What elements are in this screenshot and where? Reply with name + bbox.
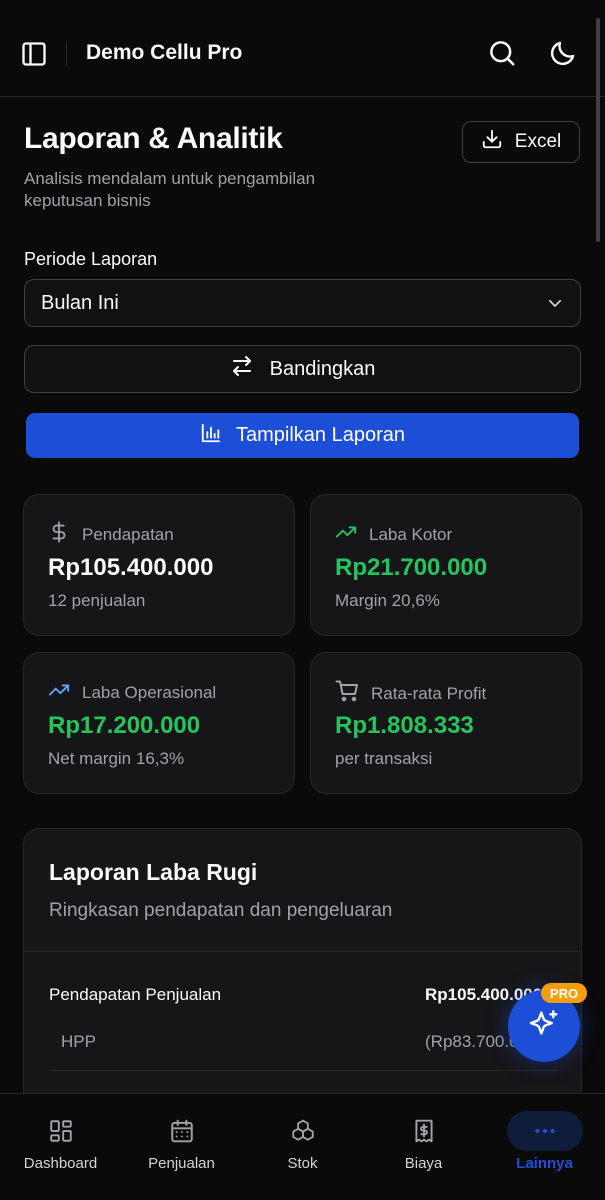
swap-arrows-icon <box>230 354 254 384</box>
moon-icon[interactable] <box>548 38 578 68</box>
calendar-icon <box>169 1118 195 1144</box>
period-label: Periode Laporan <box>24 249 158 269</box>
nav-item-label: Dashboard <box>23 1155 98 1172</box>
nav-item-label: Biaya <box>404 1155 443 1172</box>
card-divider <box>24 951 581 952</box>
receipt-icon <box>411 1118 437 1144</box>
more-icon <box>532 1118 558 1144</box>
dashboard-icon <box>48 1118 74 1144</box>
trending-up-icon <box>48 679 70 706</box>
cart-icon <box>335 679 359 708</box>
stat-note: Margin 20,6% <box>335 591 440 610</box>
stat-value: Rp21.700.000 <box>335 554 488 581</box>
bottom-nav: Dashboard Penjualan Stok Biaya Lainnya <box>0 1093 605 1200</box>
pl-row-label: HPP <box>61 1032 96 1051</box>
stat-card-operating-profit: Laba Operasional Rp17.200.000 Net margin… <box>23 652 295 794</box>
sparkles-icon <box>528 1008 560 1045</box>
stat-note: 12 penjualan <box>48 591 146 610</box>
stat-note: Net margin 16,3% <box>48 749 185 768</box>
row-divider <box>49 1070 559 1071</box>
stat-note: per transaksi <box>335 749 433 768</box>
stat-value: Rp17.200.000 <box>48 712 201 739</box>
nav-item-label: Lainnya <box>516 1155 573 1172</box>
show-report-label: Tampilkan Laporan <box>236 424 405 446</box>
stat-label: Laba Operasional <box>82 682 217 702</box>
nav-item-label: Stok <box>287 1155 318 1172</box>
nav-item-stok[interactable]: Stok <box>242 1094 363 1200</box>
stat-label: Laba Kotor <box>369 524 453 544</box>
compare-button-label: Bandingkan <box>269 357 376 380</box>
search-icon[interactable] <box>487 38 517 68</box>
page-title: Laporan & Analitik <box>24 122 283 155</box>
stat-card-gross-profit: Laba Kotor Rp21.700.000 Margin 20,6% <box>310 494 582 636</box>
dollar-icon <box>48 521 70 548</box>
stat-label: Rata-rata Profit <box>371 683 487 703</box>
export-excel-label: Excel <box>514 131 562 152</box>
page-subtitle: Analisis mendalam untuk pengambilan kepu… <box>24 169 316 210</box>
nav-item-dashboard[interactable]: Dashboard <box>0 1094 121 1200</box>
export-excel-button[interactable]: Excel <box>462 121 580 163</box>
nav-item-label: Penjualan <box>148 1155 215 1172</box>
header-divider <box>66 42 67 66</box>
scrollbar[interactable] <box>596 18 600 242</box>
pl-row-label: Pendapatan Penjualan <box>49 985 222 1004</box>
compare-button[interactable]: Bandingkan <box>24 345 581 393</box>
chevron-down-icon <box>546 294 564 312</box>
profit-loss-description: Ringkasan pendapatan dan pengeluaran <box>49 900 393 921</box>
period-select[interactable]: Bulan Ini <box>24 279 581 327</box>
trending-up-icon <box>335 521 357 548</box>
top-bar: Demo Cellu Pro <box>0 0 605 97</box>
nav-item-lainnya[interactable]: Lainnya <box>484 1094 605 1200</box>
app-title: Demo Cellu Pro <box>86 41 243 64</box>
stat-value: Rp105.400.000 <box>48 554 214 581</box>
stat-card-revenue: Pendapatan Rp105.400.000 12 penjualan <box>23 494 295 636</box>
profit-loss-title: Laporan Laba Rugi <box>49 859 258 885</box>
boxes-icon <box>290 1118 316 1144</box>
download-icon <box>481 128 503 156</box>
bar-chart-icon <box>200 422 222 450</box>
nav-item-penjualan[interactable]: Penjualan <box>121 1094 242 1200</box>
stat-label: Pendapatan <box>82 524 174 544</box>
sidebar-toggle-icon[interactable] <box>20 40 48 68</box>
show-report-button[interactable]: Tampilkan Laporan <box>26 413 579 458</box>
pro-badge: PRO <box>541 983 587 1003</box>
stat-value: Rp1.808.333 <box>335 712 474 739</box>
stat-card-average-profit: Rata-rata Profit Rp1.808.333 per transak… <box>310 652 582 794</box>
period-select-value: Bulan Ini <box>41 291 119 314</box>
nav-item-biaya[interactable]: Biaya <box>363 1094 484 1200</box>
